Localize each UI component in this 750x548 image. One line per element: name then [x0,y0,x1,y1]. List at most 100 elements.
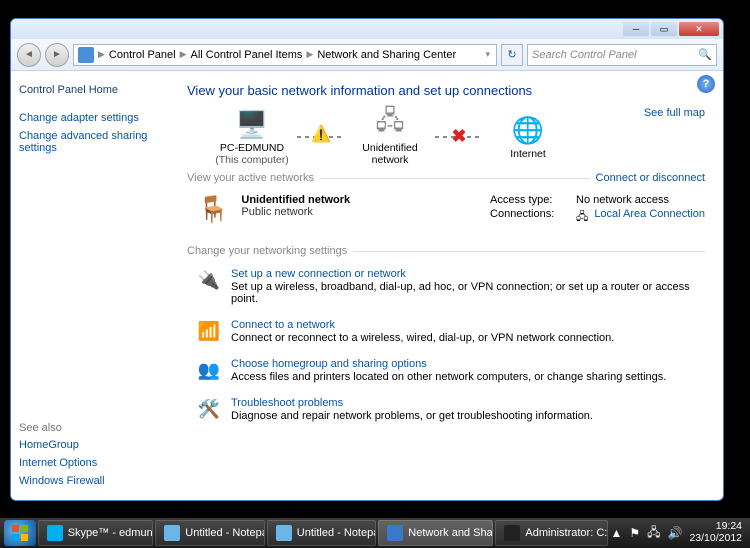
control-panel-icon [78,47,94,63]
networking-settings-header: Change your networking settings [187,245,705,257]
see-full-map-link[interactable]: See full map [644,107,705,119]
network-icon [387,525,403,541]
task-connect-desc: Connect or reconnect to a wireless, wire… [231,332,614,344]
connections-label: Connections: [490,208,570,227]
breadcrumb-separator: ▶ [96,49,107,60]
maximize-button[interactable]: ▭ [651,22,677,36]
node-pc-sublabel: (This computer) [207,154,297,166]
breadcrumb-all-items[interactable]: All Control Panel Items [191,49,303,61]
task-homegroup-link[interactable]: Choose homegroup and sharing options [231,358,666,370]
sidebar-home[interactable]: Control Panel Home [19,81,171,99]
task-troubleshoot: 🛠️ Troubleshoot problems Diagnose and re… [187,390,705,429]
breadcrumb-control-panel[interactable]: Control Panel [109,49,176,61]
clock[interactable]: 19:24 23/10/2012 [689,521,742,544]
active-network-type: Public network [241,206,350,218]
content: ? View your basic network information an… [179,71,723,500]
taskbar-label: Untitled - Notepad [297,527,377,539]
taskbar-item-notepad[interactable]: Untitled - Notepad [267,520,377,546]
task-homegroup: 👥 Choose homegroup and sharing options A… [187,351,705,390]
connect-icon: 📶 [197,319,221,343]
homegroup-icon: 👥 [197,358,221,382]
active-networks-label: View your active networks [187,172,314,184]
taskbar-label: Network and Sha… [408,527,493,539]
node-unidentified[interactable]: 🖧 Unidentified network [345,108,435,166]
task-setup-link[interactable]: Set up a new connection or network [231,268,705,280]
connection-details: Access type: No network access Connectio… [490,194,705,229]
taskbar: Skype™ - edmun… Untitled - Notepad Untit… [0,518,750,548]
cross-icon: ✖ [451,126,466,147]
address-dropdown-icon[interactable]: ▾ [483,49,492,60]
task-connect-link[interactable]: Connect to a network [231,319,614,331]
task-connect: 📶 Connect to a network Connect or reconn… [187,312,705,351]
window: ─ ▭ ✕ ◄ ► ▶ Control Panel ▶ All Control … [10,18,724,501]
search-icon: 🔍 [698,48,712,61]
sidebar-seealso-internet-options[interactable]: Internet Options [19,454,171,472]
task-list: 🔌 Set up a new connection or network Set… [187,261,705,429]
task-troubleshoot-link[interactable]: Troubleshoot problems [231,397,593,409]
tray-arrow-icon[interactable]: ▲ [610,526,622,540]
breadcrumb-separator: ▶ [178,49,189,60]
taskbar-item-skype[interactable]: Skype™ - edmun… [38,520,154,546]
node-internet[interactable]: 🌐 Internet [483,114,573,160]
task-setup-desc: Set up a wireless, broadband, dial-up, a… [231,281,705,305]
notepad-icon [276,525,292,541]
tray-network-icon[interactable]: 🖧 [647,523,660,544]
skype-icon [47,525,63,541]
connect-disconnect-link[interactable]: Connect or disconnect [596,172,705,184]
system-tray: ▲ ⚑ 🖧 🔊 19:24 23/10/2012 [610,521,746,544]
sidebar-seealso-firewall[interactable]: Windows Firewall [19,472,171,490]
search-input[interactable]: Search Control Panel 🔍 [527,44,717,66]
task-setup-connection: 🔌 Set up a new connection or network Set… [187,261,705,312]
clock-date: 23/10/2012 [689,533,742,545]
sidebar-link-sharing[interactable]: Change advanced sharing settings [19,127,171,157]
node-internet-label: Internet [483,148,573,160]
forward-button[interactable]: ► [45,43,69,67]
address-bar-row: ◄ ► ▶ Control Panel ▶ All Control Panel … [11,39,723,71]
breadcrumb-separator: ▶ [304,49,315,60]
local-area-connection-link[interactable]: Local Area Connection [594,208,705,227]
node-pc-label: PC-EDMUND [207,142,297,154]
back-button[interactable]: ◄ [17,43,41,67]
search-placeholder: Search Control Panel [532,49,637,61]
start-button[interactable] [4,520,36,546]
node-this-computer[interactable]: 🖥️ PC-EDMUND (This computer) [207,108,297,166]
taskbar-item-network[interactable]: Network and Sha… [378,520,493,546]
body: Control Panel Home Change adapter settin… [11,71,723,500]
access-type-value: No network access [576,194,669,206]
access-type-label: Access type: [490,194,570,206]
network-icon: 🖧 [372,108,408,140]
task-troubleshoot-desc: Diagnose and repair network problems, or… [231,410,593,422]
divider [320,178,590,179]
globe-icon: 🌐 [510,114,546,146]
active-network-info: Unidentified network Public network [241,194,350,218]
taskbar-item-cmd[interactable]: Administrator: C:… [495,520,608,546]
task-homegroup-desc: Access files and printers located on oth… [231,371,666,383]
sidebar-seealso-homegroup[interactable]: HomeGroup [19,436,171,454]
taskbar-label: Untitled - Notepad [185,527,265,539]
setup-icon: 🔌 [197,268,221,292]
node-unidentified-label: Unidentified network [345,142,435,166]
connection-line-warning: ⚠️ [297,136,345,138]
breadcrumb-network-sharing[interactable]: Network and Sharing Center [317,49,456,61]
taskbar-item-notepad[interactable]: Untitled - Notepad [155,520,265,546]
refresh-button[interactable]: ↻ [501,44,523,66]
see-also-label: See also [19,422,171,434]
active-network-row: 🪑 Unidentified network Public network Ac… [187,188,705,239]
network-map: 🖥️ PC-EDMUND (This computer) ⚠️ 🖧 Uniden… [207,108,705,166]
tray-flag-icon[interactable]: ⚑ [629,526,640,540]
taskbar-label: Administrator: C:… [525,527,608,539]
close-button[interactable]: ✕ [679,22,719,36]
active-network-name: Unidentified network [241,194,350,206]
address-bar[interactable]: ▶ Control Panel ▶ All Control Panel Item… [73,44,497,66]
taskbar-label: Skype™ - edmun… [68,527,154,539]
minimize-button[interactable]: ─ [623,22,649,36]
divider [353,251,705,252]
connection-line-broken: ✖ [435,136,483,138]
warning-icon: ⚠️ [311,124,331,144]
bench-icon: 🪑 [197,194,229,225]
sidebar-link-adapter[interactable]: Change adapter settings [19,109,171,127]
help-icon[interactable]: ? [697,75,715,93]
troubleshoot-icon: 🛠️ [197,397,221,421]
notepad-icon [164,525,180,541]
tray-volume-icon[interactable]: 🔊 [668,526,683,540]
